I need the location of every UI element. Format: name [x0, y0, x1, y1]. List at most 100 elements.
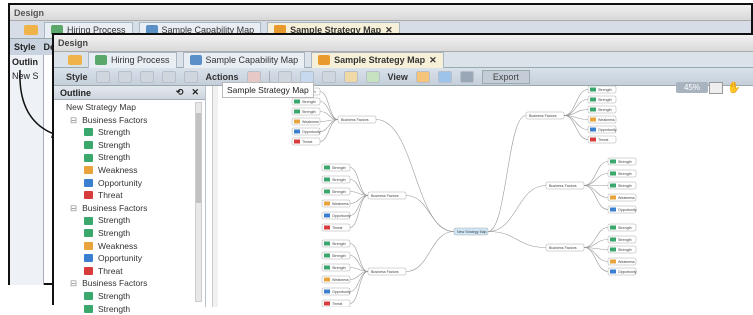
- node-icon: [324, 254, 330, 258]
- tree-leaf[interactable]: Strength: [66, 139, 205, 152]
- cut-icon[interactable]: [278, 71, 292, 83]
- layout-1-icon[interactable]: [416, 71, 430, 83]
- connector-line: [350, 272, 368, 304]
- zoom-indicator[interactable]: 45%: [676, 82, 708, 93]
- tree-leaf[interactable]: Opportunity: [66, 252, 205, 265]
- collapse-icon[interactable]: ⊟: [70, 114, 77, 127]
- node-label: Strength: [332, 254, 346, 258]
- leaf-node-strength[interactable]: Strength: [322, 164, 350, 171]
- collapse-icon[interactable]: ⊟: [70, 277, 77, 290]
- tree-group[interactable]: ⊟Business Factors: [66, 202, 205, 215]
- leaf-node-strength[interactable]: Strength: [608, 224, 636, 231]
- outline-scrollbar[interactable]: [195, 102, 202, 302]
- leaf-node-strength[interactable]: Strength: [588, 106, 616, 113]
- tree-leaf[interactable]: Strength: [66, 151, 205, 164]
- leaf-node-weakness[interactable]: Weakness: [322, 276, 350, 283]
- leaf-node-weakness[interactable]: Weakness: [292, 118, 320, 125]
- tree-leaf[interactable]: Weakness: [66, 240, 205, 253]
- leaf-node-strength[interactable]: Strength: [322, 240, 350, 247]
- leaf-node-opportunity[interactable]: Opportunity: [292, 128, 321, 135]
- leaf-node-strength[interactable]: Strength: [608, 170, 636, 177]
- collapse-icon[interactable]: ⊟: [70, 202, 77, 215]
- italic-icon[interactable]: [118, 71, 132, 83]
- tab-hiring-process[interactable]: Hiring Process: [88, 52, 177, 68]
- branch-node[interactable]: Business Factors: [546, 244, 584, 251]
- branch-node[interactable]: Business Factors: [368, 268, 406, 275]
- bold-icon[interactable]: [96, 71, 110, 83]
- tree-leaf[interactable]: Strength: [66, 214, 205, 227]
- leaf-node-strength[interactable]: Strength: [608, 236, 636, 243]
- leaf-node-opportunity[interactable]: Opportunity: [588, 126, 617, 133]
- leaf-node-strength[interactable]: Strength: [292, 98, 320, 105]
- tree-leaf[interactable]: Strength: [66, 290, 205, 303]
- refresh-icon[interactable]: ⟲: [176, 87, 184, 98]
- font-color-icon[interactable]: [162, 71, 176, 83]
- leaf-node-strength[interactable]: Strength: [292, 108, 320, 115]
- leaf-node-opportunity[interactable]: Opportunity: [608, 206, 637, 213]
- leaf-node-threat[interactable]: Threat: [322, 300, 350, 307]
- tree-leaf[interactable]: Weakness: [66, 164, 205, 177]
- leaf-node-weakness[interactable]: Weakness: [608, 258, 636, 265]
- tree-group[interactable]: ⊟Business Factors: [66, 114, 205, 127]
- leaf-node-weakness[interactable]: Weakness: [608, 194, 636, 201]
- paste-icon[interactable]: [322, 71, 336, 83]
- leaf-node-strength[interactable]: Strength: [588, 96, 616, 103]
- view-menu[interactable]: View: [388, 72, 408, 82]
- leaf-node-strength[interactable]: Strength: [322, 252, 350, 259]
- tree-leaf[interactable]: Strength: [66, 227, 205, 240]
- image-icon[interactable]: [184, 71, 198, 83]
- node-label: Strength: [302, 100, 316, 104]
- tab-strategy-map[interactable]: Sample Strategy Map ✕: [311, 52, 444, 68]
- scroll-thumb[interactable]: [196, 113, 201, 203]
- copy-icon[interactable]: [300, 71, 314, 83]
- tab-capability-map[interactable]: Sample Capability Map: [183, 52, 306, 68]
- undo-icon[interactable]: [344, 71, 358, 83]
- tree-leaf[interactable]: Threat: [66, 189, 205, 202]
- leaf-node-opportunity[interactable]: Opportunity: [322, 288, 351, 295]
- leaf-node-opportunity[interactable]: Opportunity: [608, 268, 637, 275]
- style-label[interactable]: Style: [14, 42, 36, 52]
- branch-node[interactable]: Business Factors: [368, 192, 406, 199]
- leaf-node-strength[interactable]: Strength: [608, 158, 636, 165]
- style-menu[interactable]: Style: [66, 72, 88, 82]
- leaf-node-weakness[interactable]: Weakness: [322, 200, 350, 207]
- strength-icon: [84, 217, 93, 225]
- leaf-node-strength[interactable]: Strength: [322, 176, 350, 183]
- redo-icon[interactable]: [366, 71, 380, 83]
- hand-icon[interactable]: ✋: [727, 81, 741, 94]
- node-label: Weakness: [618, 260, 635, 264]
- leaf-node-threat[interactable]: Threat: [322, 224, 350, 231]
- tree-leaf[interactable]: Threat: [66, 265, 205, 278]
- folder-icon[interactable]: [68, 55, 82, 65]
- folder-icon[interactable]: [24, 25, 38, 35]
- tree-root[interactable]: New Strategy Map: [66, 101, 205, 114]
- branch-node[interactable]: Business Factors: [338, 116, 376, 123]
- connector-line: [406, 232, 454, 272]
- tree-group[interactable]: ⊟Business Factors: [66, 277, 205, 290]
- leaf-node-strength[interactable]: Strength: [322, 264, 350, 271]
- leaf-node-strength[interactable]: Strength: [608, 182, 636, 189]
- tree-leaf[interactable]: Opportunity: [66, 177, 205, 190]
- layout-2-icon[interactable]: [438, 71, 452, 83]
- center-node[interactable]: New Strategy Map: [454, 228, 488, 235]
- branch-node[interactable]: Business Factors: [526, 112, 564, 119]
- branch-node[interactable]: Business Factors: [546, 182, 584, 189]
- fit-icon[interactable]: [709, 82, 723, 94]
- leaf-node-opportunity[interactable]: Opportunity: [322, 212, 351, 219]
- export-button[interactable]: Export: [482, 70, 530, 84]
- leaf-node-threat[interactable]: Threat: [292, 138, 320, 145]
- actions-menu[interactable]: Actions: [206, 72, 239, 82]
- underline-icon[interactable]: [140, 71, 154, 83]
- leaf-node-strength[interactable]: Strength: [608, 246, 636, 253]
- diagram-canvas[interactable]: New Strategy Map Business Factors Strength…: [218, 86, 753, 307]
- leaf-node-strength[interactable]: Strength: [322, 188, 350, 195]
- leaf-node-weakness[interactable]: Weakness: [588, 116, 616, 123]
- layout-3-icon[interactable]: [460, 71, 474, 83]
- leaf-node-threat[interactable]: Threat: [588, 136, 616, 143]
- tree-leaf[interactable]: Strength: [66, 126, 205, 139]
- close-icon[interactable]: ✕: [429, 55, 437, 66]
- close-icon[interactable]: ✕: [191, 87, 199, 98]
- delete-icon[interactable]: [247, 71, 261, 83]
- tree-leaf[interactable]: Strength: [66, 303, 205, 315]
- leaf-node-strength[interactable]: Strength: [588, 86, 616, 93]
